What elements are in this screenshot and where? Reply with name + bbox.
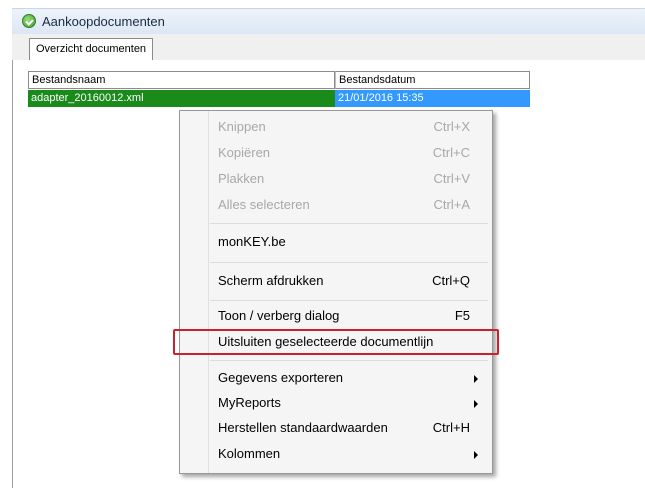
window-titlebar: Aankoopdocumenten — [12, 8, 645, 35]
column-header-bestandsnaam[interactable]: Bestandsnaam — [28, 71, 335, 89]
submenu-arrow-icon — [474, 375, 478, 383]
menu-item-myreports[interactable]: MyReports — [218, 392, 480, 414]
tab-strip: Overzicht documenten — [12, 34, 645, 61]
menu-item-scherm-afdrukken[interactable]: Scherm afdrukken Ctrl+Q — [218, 270, 480, 292]
table-row-name-cell[interactable]: adapter_20160012.xml — [28, 90, 335, 107]
menu-separator — [210, 223, 488, 224]
menu-item-kopieren[interactable]: Kopiëren Ctrl+C — [218, 142, 480, 164]
submenu-arrow-icon — [474, 451, 478, 459]
menu-item-kolommen[interactable]: Kolommen — [218, 443, 480, 465]
menu-item-plakken[interactable]: Plakken Ctrl+V — [218, 168, 480, 190]
highlight-annotation-box — [173, 329, 499, 355]
menu-icon-strip — [208, 111, 209, 473]
app-check-icon — [22, 14, 36, 28]
menu-separator — [210, 262, 488, 263]
menu-item-toon-verberg-dialog[interactable]: Toon / verberg dialog F5 — [218, 305, 480, 327]
menu-separator — [210, 360, 488, 361]
panel-border — [12, 60, 13, 488]
submenu-arrow-icon — [474, 400, 478, 408]
menu-separator — [210, 300, 488, 301]
menu-item-herstellen-standaardwaarden[interactable]: Herstellen standaardwaarden Ctrl+H — [218, 417, 480, 439]
menu-item-knippen[interactable]: Knippen Ctrl+X — [218, 116, 480, 138]
table-row-date-cell[interactable]: 21/01/2016 15:35 — [335, 90, 530, 107]
context-menu: Knippen Ctrl+X Kopiëren Ctrl+C Plakken C… — [179, 110, 493, 474]
tab-overzicht-documenten[interactable]: Overzicht documenten — [29, 38, 154, 61]
menu-item-monkey[interactable]: monKEY.be — [218, 231, 480, 253]
column-header-bestandsdatum[interactable]: Bestandsdatum — [335, 71, 530, 89]
menu-item-alles-selecteren[interactable]: Alles selecteren Ctrl+A — [218, 194, 480, 216]
window-title: Aankoopdocumenten — [42, 14, 165, 29]
menu-item-gegevens-exporteren[interactable]: Gegevens exporteren — [218, 367, 480, 389]
